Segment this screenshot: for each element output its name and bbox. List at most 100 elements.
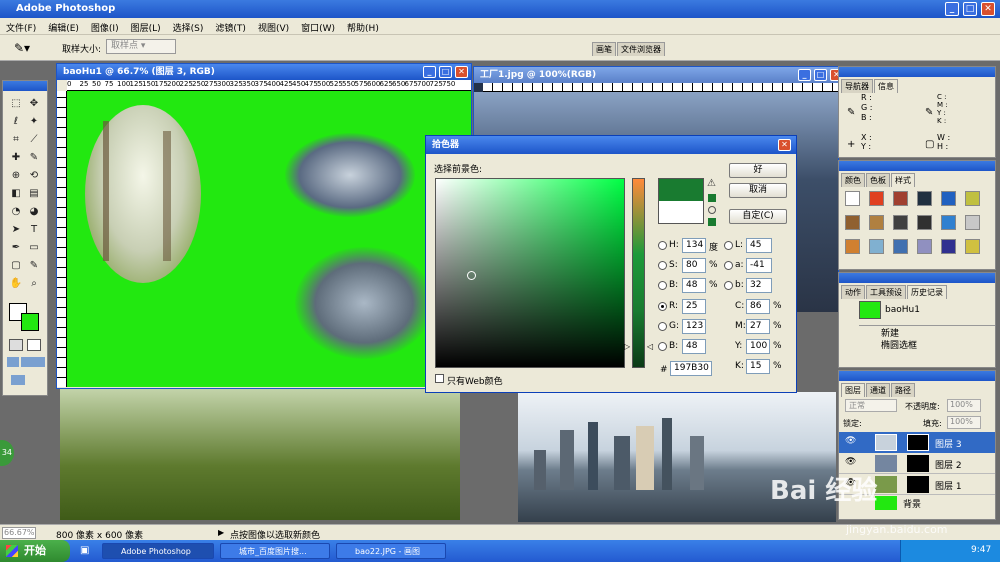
style-swatch[interactable] [941,191,956,206]
slice-tool-icon[interactable]: ⟋ [27,133,41,147]
doc1-minimize-button[interactable]: _ [423,66,436,78]
tab-color[interactable]: 颜色 [841,173,865,187]
picker-close-button[interactable]: ✕ [778,139,791,151]
history-item-new[interactable]: 新建 [859,325,995,339]
r-radio[interactable] [658,302,667,311]
a-input[interactable]: -41 [746,258,772,273]
zoom-tool-icon[interactable]: ⌕ [27,277,41,291]
k-input[interactable]: 15 [746,359,770,374]
eye-icon[interactable]: 👁 [845,436,856,446]
healing-brush-tool-icon[interactable]: ✚ [9,151,23,165]
crop-tool-icon[interactable]: ⌗ [9,133,23,147]
color-picker-dialog[interactable]: 拾色器 ✕ 选择前景色: ▷ ◁ ⚠ 好 取消 自定(C) H: 134 度 S… [425,135,797,393]
status-arrow-icon[interactable]: ▶ [218,528,224,537]
l-radio[interactable] [724,241,733,250]
task-photoshop[interactable]: Adobe Photoshop [102,543,214,559]
task-paint[interactable]: bao22.JPG - 画图 [336,543,446,559]
style-swatch[interactable] [893,239,908,254]
slider-right-arrow-icon[interactable]: ◁ [647,342,653,351]
quickmask-mode-icon[interactable] [27,339,41,351]
g-radio[interactable] [658,322,667,331]
eyedropper-icon[interactable]: ✎▾ [14,41,30,55]
hand-tool-icon[interactable]: ✋ [9,277,23,291]
doc1-canvas[interactable] [67,91,471,387]
history-doc-name[interactable]: baoHu1 [885,305,920,315]
style-swatch[interactable] [917,215,932,230]
tab-info[interactable]: 信息 [874,79,898,93]
blur-tool-icon[interactable]: ◔ [9,205,23,219]
style-swatch[interactable] [845,191,860,206]
task-browser[interactable]: 城市_百度图片搜... [220,543,330,559]
minimize-button[interactable]: _ [945,2,959,16]
style-swatch[interactable] [845,239,860,254]
c-input[interactable]: 86 [746,299,770,314]
style-swatch[interactable] [845,215,860,230]
tab-navigator[interactable]: 导航器 [841,79,873,93]
color-slider[interactable] [632,178,645,368]
screen-mode-icon[interactable] [7,357,19,367]
jump-to-imageready-icon[interactable] [11,375,25,385]
sample-size-select[interactable]: 取样点 ▾ [106,39,176,54]
a-radio[interactable] [724,261,733,270]
eraser-tool-icon[interactable]: ◧ [9,187,23,201]
history-item-ellipse[interactable]: 椭圆选框 [859,338,995,351]
tab-actions[interactable]: 动作 [841,285,865,299]
style-swatch[interactable] [941,215,956,230]
tab-swatches[interactable]: 色板 [866,173,890,187]
move-tool-icon[interactable]: ✥ [27,97,41,111]
style-swatch[interactable] [941,239,956,254]
style-swatch[interactable] [965,215,980,230]
ok-button[interactable]: 好 [729,163,787,178]
background-color[interactable] [21,313,39,331]
style-swatch[interactable] [917,239,932,254]
gamut-swatch[interactable] [708,194,716,202]
marquee-tool-icon[interactable]: ⬚ [9,97,23,111]
document-window-baohu1[interactable]: baoHu1 @ 66.7% (图层 3, RGB) _ □ ✕ 0 25 50 75… [56,63,472,389]
style-swatch[interactable] [869,239,884,254]
path-selection-tool-icon[interactable]: ➤ [9,223,23,237]
eyedropper-tool-icon[interactable]: ✎ [27,259,41,273]
tab-layers[interactable]: 图层 [841,383,865,397]
history-snapshot-thumb[interactable] [859,301,881,319]
blue-radio[interactable] [658,342,667,351]
web-cube-icon[interactable] [708,206,716,214]
tab-channels[interactable]: 通道 [866,383,890,397]
style-swatch[interactable] [917,191,932,206]
r-input[interactable]: 25 [682,299,706,314]
lab-b-input[interactable]: 32 [746,278,772,293]
l-input[interactable]: 45 [746,238,772,253]
style-swatch[interactable] [893,191,908,206]
screen-mode-full-icon[interactable] [21,357,33,367]
style-swatch[interactable] [869,191,884,206]
eye-icon[interactable]: 👁 [845,457,856,467]
maximize-button[interactable]: □ [963,2,977,16]
hex-input[interactable]: 197B30 [670,361,712,376]
fill-input[interactable]: 100% [947,416,981,429]
b-input[interactable]: 48 [682,278,706,293]
blue-input[interactable]: 48 [682,339,706,354]
b-radio[interactable] [658,281,667,290]
gamut-warning-icon[interactable]: ⚠ [707,178,716,189]
side-badge[interactable]: 34 [0,440,14,466]
tab-brushes[interactable]: 画笔 [592,42,616,56]
slider-left-arrow-icon[interactable]: ▷ [624,342,630,351]
lab-b-radio[interactable] [724,281,733,290]
color-field-cursor[interactable] [467,271,476,280]
shape-tool-icon[interactable]: ▭ [27,241,41,255]
opacity-input[interactable]: 100% [947,399,981,412]
standard-mode-icon[interactable] [9,339,23,351]
custom-button[interactable]: 自定(C) [729,209,787,224]
g-input[interactable]: 123 [682,319,706,334]
notes-tool-icon[interactable]: ▢ [9,259,23,273]
doc1-close-button[interactable]: ✕ [455,66,468,78]
clone-stamp-tool-icon[interactable]: ⊕ [9,169,23,183]
doc2-minimize-button[interactable]: _ [798,69,811,81]
screen-mode-menu-icon[interactable] [33,357,45,367]
doc1-maximize-button[interactable]: □ [439,66,452,78]
cancel-button[interactable]: 取消 [729,183,787,198]
style-swatch[interactable] [869,215,884,230]
web-only-checkbox[interactable] [435,374,444,383]
gradient-tool-icon[interactable]: ▤ [27,187,41,201]
s-radio[interactable] [658,261,667,270]
style-swatch[interactable] [893,215,908,230]
